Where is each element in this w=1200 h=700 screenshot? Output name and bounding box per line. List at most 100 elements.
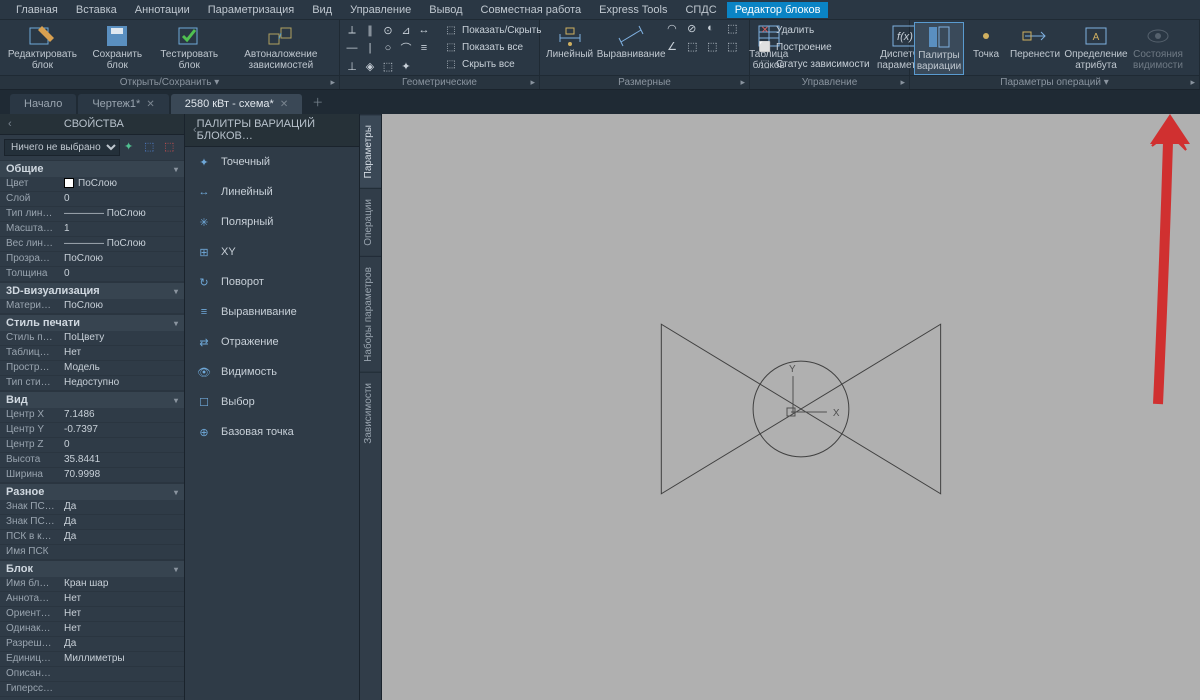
palette-item[interactable]: ⇄Отражение <box>185 327 359 357</box>
constraint-icon[interactable]: ✦ <box>398 58 414 74</box>
property-section-header[interactable]: Блок▾ <box>0 560 184 577</box>
constraint-icon[interactable]: — <box>344 40 360 56</box>
constraint-icon[interactable]: ⬚ <box>380 58 396 74</box>
palette-item[interactable]: ☐Выбор <box>185 387 359 417</box>
property-section-header[interactable]: Вид▾ <box>0 391 184 408</box>
property-row[interactable]: Единиц…Миллиметры <box>0 652 184 667</box>
edit-block-button[interactable]: Редактировать блок <box>4 22 81 73</box>
drawing-canvas[interactable]: X Y <box>382 114 1200 700</box>
constraint-icon[interactable]: | <box>362 40 378 56</box>
property-row[interactable]: Имя ПСК <box>0 545 184 560</box>
property-row[interactable]: Масшта…1 <box>0 222 184 237</box>
palette-item[interactable]: ✦Точечный <box>185 147 359 177</box>
property-row[interactable]: Аннота…Нет <box>0 592 184 607</box>
palette-item[interactable]: ≡Выравнивание <box>185 297 359 327</box>
vtab-parameters[interactable]: Параметры <box>360 114 381 188</box>
save-block-button[interactable]: Сохранить блок <box>83 22 152 73</box>
property-row[interactable]: Простр…Модель <box>0 361 184 376</box>
dim-icon[interactable]: ∠ <box>667 40 685 56</box>
show-hide-button[interactable]: ⬚Показать/Скрыть <box>440 22 545 38</box>
constraint-icon[interactable]: ⌒ <box>398 40 414 56</box>
quickselect-icon[interactable]: ✦ <box>124 140 140 156</box>
property-row[interactable]: ЦветПоСлою <box>0 177 184 192</box>
property-section-header[interactable]: Стиль печати▾ <box>0 314 184 331</box>
property-row[interactable]: Стиль п…ПоЦвету <box>0 331 184 346</box>
menu-item[interactable]: Вывод <box>421 2 470 18</box>
property-row[interactable]: Одинак…Нет <box>0 622 184 637</box>
tab-drawing1[interactable]: Чертеж1*✕ <box>78 94 168 114</box>
pickadd-icon[interactable]: ⬚ <box>144 140 160 156</box>
dim-icon[interactable]: ⬚ <box>727 22 745 38</box>
property-row[interactable]: Тип лин…———— ПоСлою <box>0 207 184 222</box>
constraint-icon[interactable]: ⊿ <box>398 22 414 38</box>
menu-item[interactable]: СПДС <box>677 2 724 18</box>
hide-all-button[interactable]: ⬚Скрыть все <box>440 56 545 72</box>
constraint-icon[interactable]: ⟂ <box>344 22 360 38</box>
property-row[interactable]: Вес лин…———— ПоСлою <box>0 237 184 252</box>
property-section-header[interactable]: Общие▾ <box>0 160 184 177</box>
constraint-icon[interactable]: ⊥ <box>344 58 360 74</box>
vtab-operations[interactable]: Операции <box>360 188 381 256</box>
palette-item[interactable]: ↻Поворот <box>185 267 359 297</box>
menu-item-block-editor[interactable]: Редактор блоков <box>727 2 829 18</box>
constraint-icon[interactable]: ⊙ <box>380 22 396 38</box>
property-row[interactable]: Прозра…ПоСлою <box>0 252 184 267</box>
property-row[interactable]: Имя бл…Кран шар <box>0 577 184 592</box>
close-icon[interactable]: ‹ <box>8 118 12 130</box>
menu-item[interactable]: Express Tools <box>591 2 675 18</box>
vtab-param-sets[interactable]: Наборы параметров <box>360 256 381 372</box>
auto-constrain-button[interactable]: Автоналожение зависимостей <box>227 22 335 73</box>
tab-start[interactable]: Начало <box>10 94 76 114</box>
property-row[interactable]: Центр Y-0.7397 <box>0 423 184 438</box>
property-row[interactable]: Слой0 <box>0 192 184 207</box>
property-row[interactable]: Ориент…Нет <box>0 607 184 622</box>
property-row[interactable]: Толщина0 <box>0 267 184 282</box>
palette-item[interactable]: ⊞XY <box>185 237 359 267</box>
property-row[interactable]: Знак ПС…Да <box>0 515 184 530</box>
show-all-button[interactable]: ⬚Показать все <box>440 39 545 55</box>
delete-button[interactable]: ✕Удалить <box>754 22 874 38</box>
property-row[interactable]: Гиперсс… <box>0 682 184 697</box>
select-objects-icon[interactable]: ⬚ <box>164 140 180 156</box>
property-row[interactable]: Таблиц…Нет <box>0 346 184 361</box>
menu-item[interactable]: Вставка <box>68 2 125 18</box>
constraint-icon[interactable]: ◈ <box>362 58 378 74</box>
property-section-header[interactable]: 3D-визуализация▾ <box>0 282 184 299</box>
constraint-icon[interactable]: ≡ <box>416 40 432 56</box>
dim-icon[interactable]: ⬚ <box>707 40 725 56</box>
property-row[interactable]: Описан… <box>0 667 184 682</box>
property-row[interactable]: Матери…ПоСлою <box>0 299 184 314</box>
constraint-icon[interactable]: ∥ <box>362 22 378 38</box>
linear-dim-button[interactable]: Линейный <box>544 22 595 62</box>
palette-item[interactable]: ⊕Базовая точка <box>185 417 359 447</box>
vtab-constraints[interactable]: Зависимости <box>360 372 381 454</box>
point-button[interactable]: Точка <box>966 22 1006 62</box>
dim-icon[interactable]: ⊘ <box>687 22 705 38</box>
selection-dropdown[interactable]: Ничего не выбрано <box>4 139 120 156</box>
group-label[interactable]: Параметры операций ▾▸ <box>910 75 1199 89</box>
move-button[interactable]: Перенести <box>1008 22 1062 62</box>
dim-icon[interactable]: ◐ <box>707 22 725 38</box>
test-block-button[interactable]: Тестировать блок <box>154 22 225 73</box>
property-row[interactable]: Разреш…Да <box>0 637 184 652</box>
tab-scheme[interactable]: 2580 кВт - схема*✕ <box>171 94 302 114</box>
property-row[interactable]: Высота35.8441 <box>0 453 184 468</box>
property-row[interactable]: Центр X7.1486 <box>0 408 184 423</box>
close-icon[interactable]: ✕ <box>146 99 154 110</box>
property-row[interactable]: Тип сти…Недоступно <box>0 376 184 391</box>
tab-add[interactable]: ＋ <box>304 90 331 114</box>
constraint-status-button[interactable]: ⬚Статус зависимости <box>754 56 874 72</box>
constraint-icon[interactable]: ○ <box>380 40 396 56</box>
constraint-icon[interactable]: ↔ <box>416 22 432 38</box>
dim-icon[interactable]: ◠ <box>667 22 685 38</box>
menu-item[interactable]: Аннотации <box>127 2 198 18</box>
property-row[interactable]: Ширина70.9998 <box>0 468 184 483</box>
dim-icon[interactable]: ⬚ <box>687 40 705 56</box>
group-label[interactable]: Открыть/Сохранить ▾▸ <box>0 75 339 89</box>
property-row[interactable]: Центр Z0 <box>0 438 184 453</box>
dim-icon[interactable]: ⬚ <box>727 40 745 56</box>
menu-item[interactable]: Совместная работа <box>473 2 590 18</box>
menu-item[interactable]: Вид <box>304 2 340 18</box>
visibility-states-button[interactable]: Состояния видимости <box>1130 22 1186 73</box>
construction-button[interactable]: ⬜Построение <box>754 39 874 55</box>
